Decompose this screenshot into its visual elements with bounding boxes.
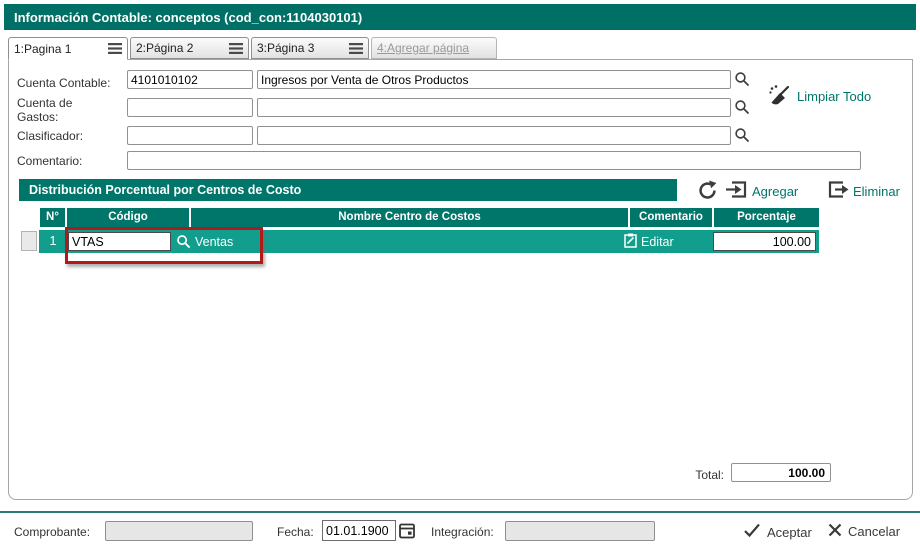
window-title-bar: Información Contable: conceptos (cod_con… — [4, 4, 916, 30]
integracion-label: Integración: — [431, 525, 494, 539]
column-header-codigo: Código — [67, 208, 189, 227]
integracion-input — [505, 521, 655, 541]
footer-divider — [0, 511, 920, 513]
add-row-icon — [726, 180, 748, 202]
tab-agregar-pagina[interactable]: 4:Agregar página — [371, 37, 497, 59]
broom-icon — [767, 83, 791, 110]
porcentaje-input[interactable] — [713, 232, 816, 251]
comentario-input[interactable] — [127, 151, 861, 170]
comprobante-input — [105, 521, 253, 541]
search-icon[interactable] — [176, 234, 191, 252]
edit-clipboard-icon — [624, 233, 637, 251]
refresh-button[interactable] — [697, 180, 718, 204]
cuenta-contable-label: Cuenta Contable: — [17, 76, 111, 90]
total-input — [731, 463, 831, 482]
x-icon — [828, 523, 842, 540]
total-label: Total: — [695, 468, 724, 482]
window-title: Información Contable: conceptos (cod_con… — [14, 9, 363, 25]
search-icon[interactable] — [734, 127, 750, 146]
centro-costo-nombre: Ventas — [195, 235, 234, 249]
codigo-input[interactable] — [68, 232, 171, 251]
aceptar-label: Aceptar — [767, 524, 812, 540]
aceptar-button[interactable]: Aceptar — [743, 523, 812, 541]
tab-pagina-1[interactable]: 1:Pagina 1 — [8, 37, 128, 60]
remove-row-icon — [827, 180, 849, 202]
column-header-num: N° — [40, 208, 65, 227]
cuenta-contable-name-input[interactable] — [257, 70, 731, 89]
tab-pagina-1-label: 1:Pagina 1 — [14, 41, 72, 56]
tab-pagina-2[interactable]: 2:Página 2 — [130, 37, 249, 59]
clasificador-name-input[interactable] — [257, 126, 731, 145]
clasificador-code-input[interactable] — [127, 126, 253, 145]
tab-menu-icon[interactable] — [229, 42, 243, 54]
content-panel: Cuenta Contable: Cuenta de Gastos: Clasi… — [8, 59, 913, 500]
search-icon[interactable] — [734, 99, 750, 118]
column-header-porcentaje: Porcentaje — [714, 208, 819, 227]
fecha-label: Fecha: — [277, 525, 314, 539]
editar-button[interactable]: Editar — [624, 233, 674, 251]
check-icon — [743, 523, 761, 541]
comprobante-label: Comprobante: — [14, 525, 91, 539]
column-header-comentario: Comentario — [630, 208, 712, 227]
tab-pagina-3[interactable]: 3:Página 3 — [251, 37, 369, 59]
editar-label: Editar — [641, 235, 674, 249]
window: Información Contable: conceptos (cod_con… — [0, 0, 920, 557]
limpiar-todo-label: Limpiar Todo — [797, 89, 872, 104]
row-selector[interactable] — [21, 231, 37, 251]
calendar-icon[interactable] — [399, 522, 415, 542]
column-header-nombre: Nombre Centro de Costos — [191, 208, 628, 227]
tab-pagina-3-label: 3:Página 3 — [257, 41, 315, 55]
cuenta-gastos-name-input[interactable] — [257, 98, 731, 117]
comentario-label: Comentario: — [17, 154, 83, 168]
tab-pagina-2-label: 2:Página 2 — [136, 41, 194, 55]
cuenta-gastos-label: Cuenta de Gastos: — [17, 96, 73, 124]
row-number: 1 — [49, 234, 57, 248]
tab-agregar-pagina-label: 4:Agregar página — [377, 41, 470, 55]
cuenta-gastos-code-input[interactable] — [127, 98, 253, 117]
fecha-input[interactable] — [322, 520, 396, 541]
search-icon[interactable] — [734, 71, 750, 90]
clasificador-label: Clasificador: — [17, 129, 84, 143]
limpiar-todo-button[interactable]: Limpiar Todo — [767, 83, 871, 110]
tab-menu-icon[interactable] — [349, 42, 363, 54]
agregar-label: Agregar — [752, 183, 799, 199]
cuenta-contable-code-input[interactable] — [127, 70, 253, 89]
tab-menu-icon[interactable] — [108, 43, 122, 54]
cancelar-button[interactable]: Cancelar — [828, 523, 900, 540]
agregar-button[interactable]: Agregar — [726, 180, 798, 202]
cancelar-label: Cancelar — [848, 524, 901, 539]
refresh-icon — [697, 180, 718, 204]
eliminar-label: Eliminar — [853, 183, 900, 199]
distribution-section-header: Distribución Porcentual por Centros de C… — [19, 179, 677, 201]
eliminar-button[interactable]: Eliminar — [827, 180, 900, 202]
